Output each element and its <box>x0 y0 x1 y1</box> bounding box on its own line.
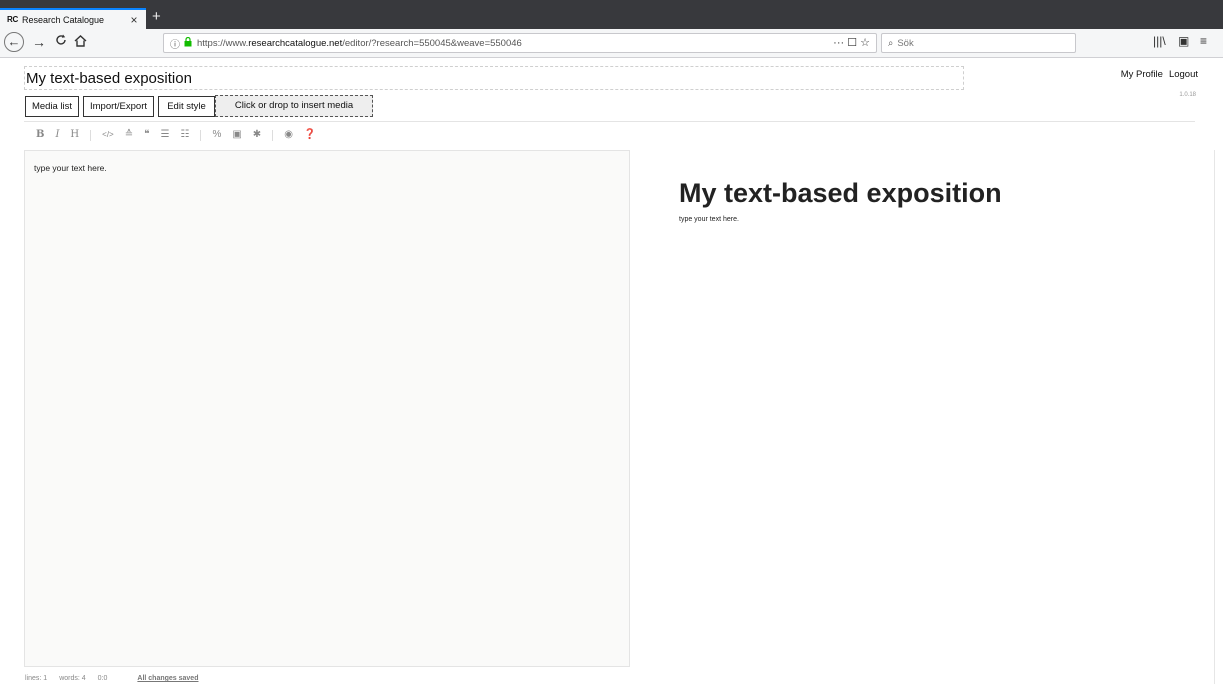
sidebar-icon[interactable]: ▣ <box>1178 34 1189 48</box>
heading-icon[interactable]: H <box>70 128 79 142</box>
media-list-button[interactable]: Media list <box>25 96 79 117</box>
preview-body: type your text here. <box>679 216 739 223</box>
my-profile-link[interactable]: My Profile <box>1121 69 1163 80</box>
preview-border <box>1214 150 1215 684</box>
separator <box>272 129 274 141</box>
reload-icon[interactable] <box>55 34 67 51</box>
home-icon[interactable] <box>74 34 87 50</box>
browser-toolbar: ← → ⓘ https://www.researchcatalogue.net/… <box>0 29 1223 58</box>
new-tab-icon[interactable]: + <box>152 8 161 26</box>
help-icon[interactable]: ❓ <box>304 128 316 142</box>
lock-icon <box>184 36 192 50</box>
upload-icon[interactable]: ≙ <box>125 128 133 142</box>
bold-icon[interactable]: B <box>36 128 44 142</box>
markdown-editor[interactable]: type your text here. <box>24 150 630 667</box>
search-icon: ⌕ <box>888 37 894 49</box>
import-export-button[interactable]: Import/Export <box>83 96 154 117</box>
save-status: All changes saved <box>137 675 199 682</box>
separator <box>90 129 92 141</box>
menu-icon[interactable]: ≡ <box>1200 34 1207 48</box>
back-icon[interactable]: ← <box>4 32 24 52</box>
close-icon[interactable]: × <box>126 13 142 27</box>
edit-style-button[interactable]: Edit style <box>158 96 215 117</box>
media-dropzone[interactable]: Click or drop to insert media <box>215 95 373 117</box>
image-icon[interactable]: ▣ <box>232 128 241 142</box>
forward-icon[interactable]: → <box>32 34 46 50</box>
preview-title: My text-based exposition <box>679 178 1002 208</box>
format-toolbar: B I H </> ≙ ❝ ☰ ☷ % ▣ ✱ ◉ ❓ <box>36 128 327 142</box>
cursor-position: 0:0 <box>97 675 108 682</box>
italic-icon[interactable]: I <box>55 128 59 142</box>
url-bar[interactable]: ⓘ https://www.researchcatalogue.net/edit… <box>163 33 877 53</box>
quote-icon[interactable]: ❝ <box>144 128 149 142</box>
line-count: lines: 1 <box>25 675 48 682</box>
separator <box>200 129 202 141</box>
tab-bar: RC Research Catalogue × + <box>0 0 1223 29</box>
code-icon[interactable]: </> <box>102 128 114 142</box>
logout-link[interactable]: Logout <box>1169 69 1198 80</box>
asterisk-icon[interactable]: ✱ <box>253 128 261 142</box>
search-input[interactable]: ⌕ Sök <box>881 33 1076 53</box>
status-bar: lines: 1 words: 4 0:0 All changes saved <box>25 675 210 682</box>
search-placeholder: Sök <box>897 37 914 49</box>
divider <box>24 121 1195 122</box>
version-label: 1.0.18 <box>1179 92 1196 98</box>
link-icon[interactable]: % <box>212 128 221 142</box>
preview-eye-icon[interactable]: ◉ <box>284 128 293 142</box>
rc-favicon-icon: RC <box>7 15 18 24</box>
tab-title: Research Catalogue <box>21 14 105 25</box>
user-nav: My Profile Logout <box>1115 69 1198 80</box>
url-text: https://www.researchcatalogue.net/editor… <box>197 37 522 49</box>
page-actions-icon[interactable]: ··· ☐ ☆ <box>833 36 870 49</box>
word-count: words: 4 <box>59 675 86 682</box>
info-icon[interactable]: ⓘ <box>170 36 180 51</box>
library-icon[interactable]: |||\ <box>1153 34 1166 48</box>
editor-text[interactable]: type your text here. <box>34 163 107 173</box>
page-title[interactable]: My text-based exposition <box>26 70 192 87</box>
bullet-list-icon[interactable]: ☰ <box>161 128 170 142</box>
browser-tab[interactable]: RC Research Catalogue × <box>0 8 146 29</box>
title-field[interactable]: My text-based exposition <box>24 66 964 90</box>
numbered-list-icon[interactable]: ☷ <box>180 128 189 142</box>
